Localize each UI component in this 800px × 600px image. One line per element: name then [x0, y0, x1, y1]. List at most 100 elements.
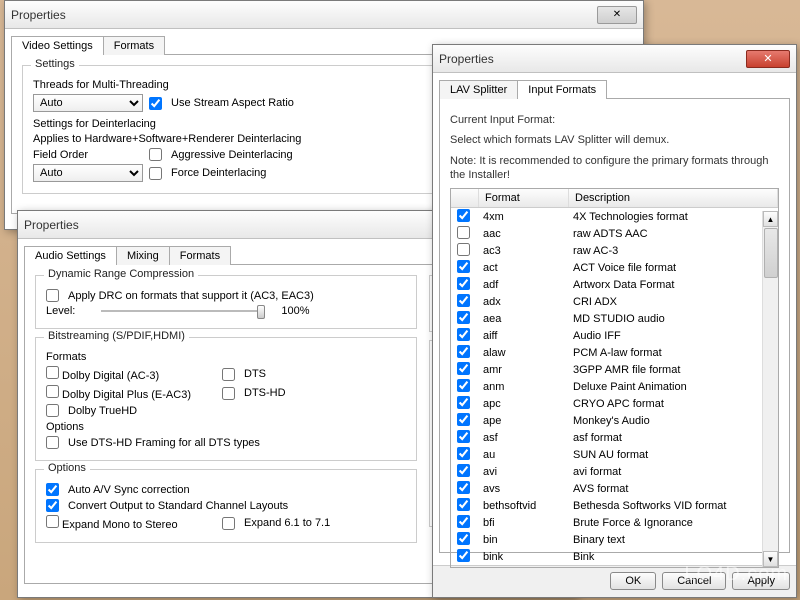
expand-mono-checkbox[interactable] — [46, 515, 59, 528]
row-checkbox[interactable] — [457, 260, 470, 273]
scroll-up-icon[interactable]: ▲ — [763, 211, 778, 227]
column-description[interactable]: Description — [569, 189, 778, 207]
row-checkbox[interactable] — [457, 226, 470, 239]
row-checkbox[interactable] — [457, 413, 470, 426]
force-deint-checkbox[interactable] — [149, 167, 162, 180]
table-row[interactable]: actACT Voice file format — [451, 259, 778, 276]
slider-thumb-icon[interactable] — [257, 305, 265, 319]
dts-framing-checkbox[interactable] — [46, 436, 59, 449]
tab-input-formats[interactable]: Input Formats — [517, 80, 607, 99]
table-row[interactable]: adxCRI ADX — [451, 293, 778, 310]
table-row[interactable]: apeMonkey's Audio — [451, 412, 778, 429]
table-row[interactable]: aeaMD STUDIO audio — [451, 310, 778, 327]
select-note: Select which formats LAV Splitter will d… — [450, 133, 779, 147]
threads-select[interactable]: Auto — [33, 94, 143, 112]
expand-61-label: Expand 6.1 to 7.1 — [244, 517, 330, 529]
row-description: AVS format — [569, 483, 778, 495]
table-row[interactable]: adfArtworx Data Format — [451, 276, 778, 293]
drc-apply-checkbox[interactable] — [46, 289, 59, 302]
tab-mixing[interactable]: Mixing — [116, 246, 170, 265]
column-checkbox[interactable] — [451, 189, 479, 207]
close-button[interactable]: ✕ — [597, 6, 637, 24]
av-sync-label: Auto A/V Sync correction — [68, 484, 190, 496]
table-row[interactable]: auSUN AU format — [451, 446, 778, 463]
tab-video-settings[interactable]: Video Settings — [11, 36, 104, 55]
expand-61-checkbox[interactable] — [222, 517, 235, 530]
av-sync-checkbox[interactable] — [46, 483, 59, 496]
row-checkbox[interactable] — [457, 345, 470, 358]
table-row[interactable]: bfiBrute Force & Ignorance — [451, 514, 778, 531]
row-checkbox[interactable] — [457, 481, 470, 494]
ok-button[interactable]: OK — [610, 572, 656, 590]
row-format: adf — [479, 279, 569, 291]
tab-lav-splitter[interactable]: LAV Splitter — [439, 80, 518, 99]
row-checkbox[interactable] — [457, 396, 470, 409]
row-description: raw ADTS AAC — [569, 228, 778, 240]
deint-label: Settings for Deinterlacing — [33, 118, 156, 130]
row-description: MD STUDIO audio — [569, 313, 778, 325]
row-checkbox[interactable] — [457, 447, 470, 460]
scroll-thumb[interactable] — [764, 228, 778, 278]
table-row[interactable]: asfasf format — [451, 429, 778, 446]
row-checkbox[interactable] — [457, 379, 470, 392]
row-checkbox[interactable] — [457, 464, 470, 477]
close-button[interactable]: ✕ — [746, 50, 790, 68]
titlebar[interactable]: Properties ✕ — [433, 45, 796, 73]
row-checkbox[interactable] — [457, 498, 470, 511]
convert-std-checkbox[interactable] — [46, 499, 59, 512]
row-checkbox[interactable] — [457, 209, 470, 222]
dolby-truehd-checkbox[interactable] — [46, 404, 59, 417]
row-checkbox[interactable] — [457, 294, 470, 307]
dts-checkbox[interactable] — [222, 368, 235, 381]
dts-hd-label: DTS-HD — [244, 387, 286, 399]
row-checkbox[interactable] — [457, 243, 470, 256]
row-format: asf — [479, 432, 569, 444]
row-description: Bethesda Softworks VID format — [569, 500, 778, 512]
aggressive-label: Aggressive Deinterlacing — [171, 149, 293, 161]
level-slider[interactable] — [101, 310, 261, 312]
row-description: CRYO APC format — [569, 398, 778, 410]
options-group-label: Options — [44, 462, 90, 474]
row-checkbox[interactable] — [457, 311, 470, 324]
row-checkbox[interactable] — [457, 328, 470, 341]
table-row[interactable]: alawPCM A-law format — [451, 344, 778, 361]
field-order-select[interactable]: Auto — [33, 164, 143, 182]
table-row[interactable]: binBinary text — [451, 531, 778, 548]
row-checkbox[interactable] — [457, 277, 470, 290]
row-checkbox[interactable] — [457, 532, 470, 545]
drc-group-label: Dynamic Range Compression — [44, 268, 198, 280]
row-checkbox[interactable] — [457, 515, 470, 528]
table-row[interactable]: anmDeluxe Paint Animation — [451, 378, 778, 395]
settings-group-label: Settings — [31, 58, 79, 70]
table-row[interactable]: aviavi format — [451, 463, 778, 480]
table-row[interactable]: apcCRYO APC format — [451, 395, 778, 412]
stream-aspect-label: Use Stream Aspect Ratio — [171, 97, 294, 109]
table-row[interactable]: ac3raw AC-3 — [451, 242, 778, 259]
scrollbar[interactable]: ▲ ▼ — [762, 211, 778, 567]
row-checkbox[interactable] — [457, 430, 470, 443]
row-description: 3GPP AMR file format — [569, 364, 778, 376]
stream-aspect-checkbox[interactable] — [149, 97, 162, 110]
titlebar[interactable]: Properties ✕ — [5, 1, 643, 29]
dolby-eac3-checkbox[interactable] — [46, 385, 59, 398]
dolby-truehd-label: Dolby TrueHD — [68, 405, 137, 417]
table-row[interactable]: aacraw ADTS AAC — [451, 225, 778, 242]
tab-audio-settings[interactable]: Audio Settings — [24, 246, 117, 265]
tab-audio-formats[interactable]: Formats — [169, 246, 231, 265]
table-row[interactable]: amr3GPP AMR file format — [451, 361, 778, 378]
dolby-ac3-checkbox[interactable] — [46, 366, 59, 379]
row-checkbox[interactable] — [457, 362, 470, 375]
row-format: aac — [479, 228, 569, 240]
tab-formats[interactable]: Formats — [103, 36, 165, 55]
current-format-label: Current Input Format: — [450, 113, 779, 127]
table-row[interactable]: bethsoftvidBethesda Softworks VID format — [451, 497, 778, 514]
aggressive-checkbox[interactable] — [149, 148, 162, 161]
table-row[interactable]: avsAVS format — [451, 480, 778, 497]
dts-hd-checkbox[interactable] — [222, 387, 235, 400]
row-checkbox[interactable] — [457, 549, 470, 562]
deint-sub: Applies to Hardware+Software+Renderer De… — [33, 133, 301, 145]
table-row[interactable]: aiffAudio IFF — [451, 327, 778, 344]
field-order-label: Field Order — [33, 149, 88, 161]
table-row[interactable]: 4xm4X Technologies format — [451, 208, 778, 225]
column-format[interactable]: Format — [479, 189, 569, 207]
